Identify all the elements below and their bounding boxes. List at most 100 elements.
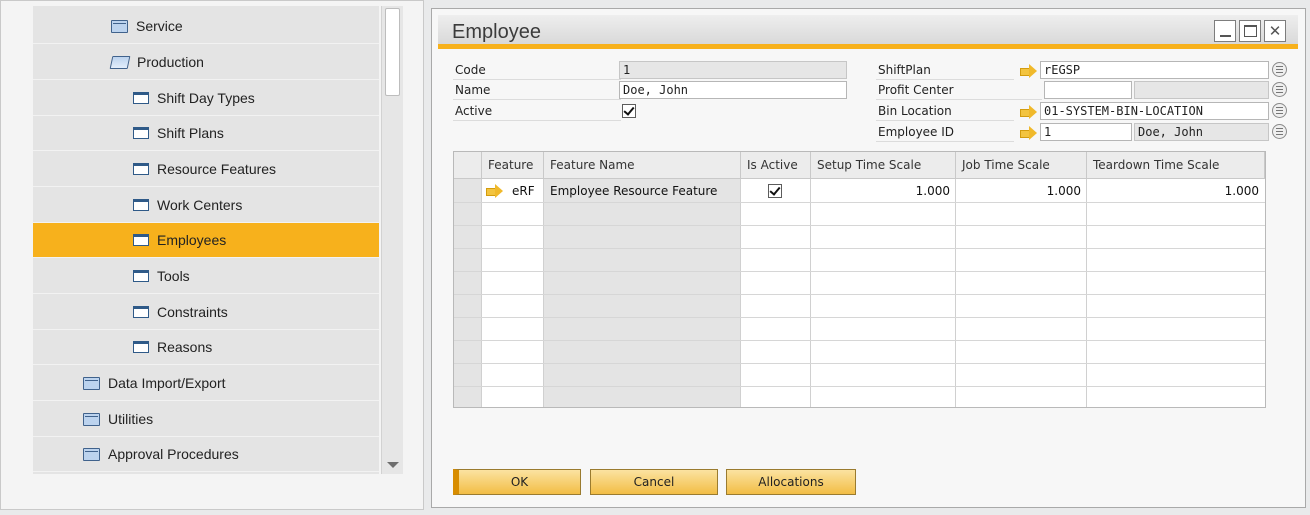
nav-item-label: Resource Features <box>157 161 277 177</box>
column-header-feature-name[interactable]: Feature Name <box>544 152 741 179</box>
nav-item-data-import-export[interactable]: Data Import/Export <box>33 366 379 401</box>
folder-icon <box>83 376 100 390</box>
link-arrow-icon[interactable] <box>1020 126 1038 140</box>
form-icon <box>133 92 149 104</box>
nav-item-reasons[interactable]: Reasons <box>33 330 379 365</box>
window-titlebar[interactable]: Employee ✕ <box>438 15 1298 49</box>
profit-center-label: Profit Center <box>876 81 1042 100</box>
bin-location-field[interactable]: 01-SYSTEM-BIN-LOCATION <box>1040 102 1269 120</box>
nav-item-label: Data Import/Export <box>108 375 226 391</box>
job-time-scale-column <box>956 179 1087 407</box>
choose-from-list-icon[interactable] <box>1272 124 1287 139</box>
grid-row-line <box>454 386 1265 387</box>
code-field: 1 <box>619 61 847 79</box>
choose-from-list-icon[interactable] <box>1272 62 1287 77</box>
nav-item-approval-procedures[interactable]: Approval Procedures <box>33 437 379 472</box>
folder-icon <box>111 19 128 33</box>
maximize-button[interactable] <box>1239 20 1261 42</box>
profit-center-field[interactable] <box>1044 81 1132 99</box>
grid-row-line <box>454 248 1265 249</box>
feature-cell[interactable]: eRF <box>512 180 535 202</box>
nav-item-label: Utilities <box>108 411 154 427</box>
cancel-button[interactable]: Cancel <box>590 469 718 495</box>
choose-from-list-icon[interactable] <box>1272 103 1287 118</box>
employee-name-field: Doe, John <box>1134 123 1269 141</box>
nav-item-employees[interactable]: Employees <box>33 223 379 258</box>
employee-window: Employee ✕ Code 1 Name Doe, John Active … <box>431 8 1306 508</box>
minimize-button[interactable] <box>1214 20 1236 42</box>
folder-icon <box>83 447 100 461</box>
grid-row-line <box>454 225 1265 226</box>
nav-item-label: Shift Day Types <box>157 90 255 106</box>
row-header-column <box>454 179 482 407</box>
nav-item-shift-plans[interactable]: Shift Plans <box>33 116 379 151</box>
column-header-teardown-time-scale[interactable]: Teardown Time Scale <box>1087 152 1265 179</box>
form-icon <box>133 341 149 353</box>
nav-scrollbar[interactable] <box>381 6 403 474</box>
nav-item-tools[interactable]: Tools <box>33 259 379 294</box>
nav-item-constraints[interactable]: Constraints <box>33 295 379 330</box>
teardown-time-scale-cell[interactable]: 1.000 <box>1087 180 1265 202</box>
column-header-feature[interactable]: Feature <box>482 152 544 179</box>
form-icon <box>133 270 149 282</box>
nav-item-label: Employees <box>157 232 227 248</box>
nav-item-resource-features[interactable]: Resource Features <box>33 152 379 187</box>
form-icon <box>133 234 149 246</box>
bin-location-label: Bin Location <box>876 102 1014 121</box>
maximize-icon <box>1244 25 1257 37</box>
nav-item-label: Shift Plans <box>157 125 224 141</box>
nav-item-label: Approval Procedures <box>108 446 239 462</box>
link-arrow-icon[interactable] <box>1020 105 1038 119</box>
features-grid[interactable]: Feature Feature Name Is Active Setup Tim… <box>453 151 1266 408</box>
teardown-time-scale-column <box>1087 179 1265 407</box>
code-label: Code <box>453 61 621 80</box>
nav-item-production[interactable]: Production <box>33 45 379 80</box>
navigation-tree: Service Production Shift Day Types Shift… <box>33 6 379 474</box>
nav-item-label: Work Centers <box>157 197 243 213</box>
active-checkbox[interactable] <box>622 104 636 118</box>
shiftplan-label: ShiftPlan <box>876 61 1014 80</box>
scroll-down-arrow-icon[interactable] <box>387 462 399 468</box>
active-label: Active <box>453 102 621 121</box>
employee-id-label: Employee ID <box>876 123 1014 142</box>
grid-row-line <box>454 340 1265 341</box>
nav-item-service[interactable]: Service <box>33 9 379 44</box>
grid-row-line <box>454 317 1265 318</box>
row-header-corner <box>454 152 482 179</box>
choose-from-list-icon[interactable] <box>1272 82 1287 97</box>
nav-item-work-centers[interactable]: Work Centers <box>33 188 379 223</box>
ok-button[interactable]: OK <box>453 469 581 495</box>
nav-item-label: Reasons <box>157 339 213 355</box>
name-field[interactable]: Doe, John <box>619 81 847 99</box>
feature-name-cell: Employee Resource Feature <box>550 184 718 198</box>
nav-item-label: Tools <box>157 268 190 284</box>
job-time-scale-cell[interactable]: 1.000 <box>956 180 1087 202</box>
profit-center-name-field <box>1134 81 1269 99</box>
form-icon <box>133 199 149 211</box>
name-label: Name <box>453 81 621 100</box>
folder-open-icon <box>109 55 131 69</box>
window-title: Employee <box>452 21 541 43</box>
nav-scrollbar-thumb[interactable] <box>385 8 400 96</box>
column-header-setup-time-scale[interactable]: Setup Time Scale <box>811 152 956 179</box>
minimize-icon <box>1220 35 1231 37</box>
link-arrow-icon[interactable] <box>1020 64 1038 78</box>
nav-item-utilities[interactable]: Utilities <box>33 402 379 437</box>
form-icon <box>133 127 149 139</box>
shiftplan-field[interactable]: rEGSP <box>1040 61 1269 79</box>
nav-item-shift-day-types[interactable]: Shift Day Types <box>33 81 379 116</box>
is-active-column <box>741 179 811 407</box>
feature-column <box>482 179 544 407</box>
setup-time-scale-cell[interactable]: 1.000 <box>811 180 956 202</box>
feature-name-column <box>544 179 741 407</box>
close-button[interactable]: ✕ <box>1264 20 1286 42</box>
is-active-checkbox[interactable] <box>768 184 782 198</box>
allocations-button[interactable]: Allocations <box>726 469 856 495</box>
close-icon: ✕ <box>1268 22 1282 40</box>
nav-item-label: Production <box>137 54 204 70</box>
link-arrow-icon[interactable] <box>486 184 504 198</box>
column-header-job-time-scale[interactable]: Job Time Scale <box>956 152 1087 179</box>
grid-row-line <box>454 294 1265 295</box>
column-header-is-active[interactable]: Is Active <box>741 152 811 179</box>
employee-id-field[interactable]: 1 <box>1040 123 1132 141</box>
